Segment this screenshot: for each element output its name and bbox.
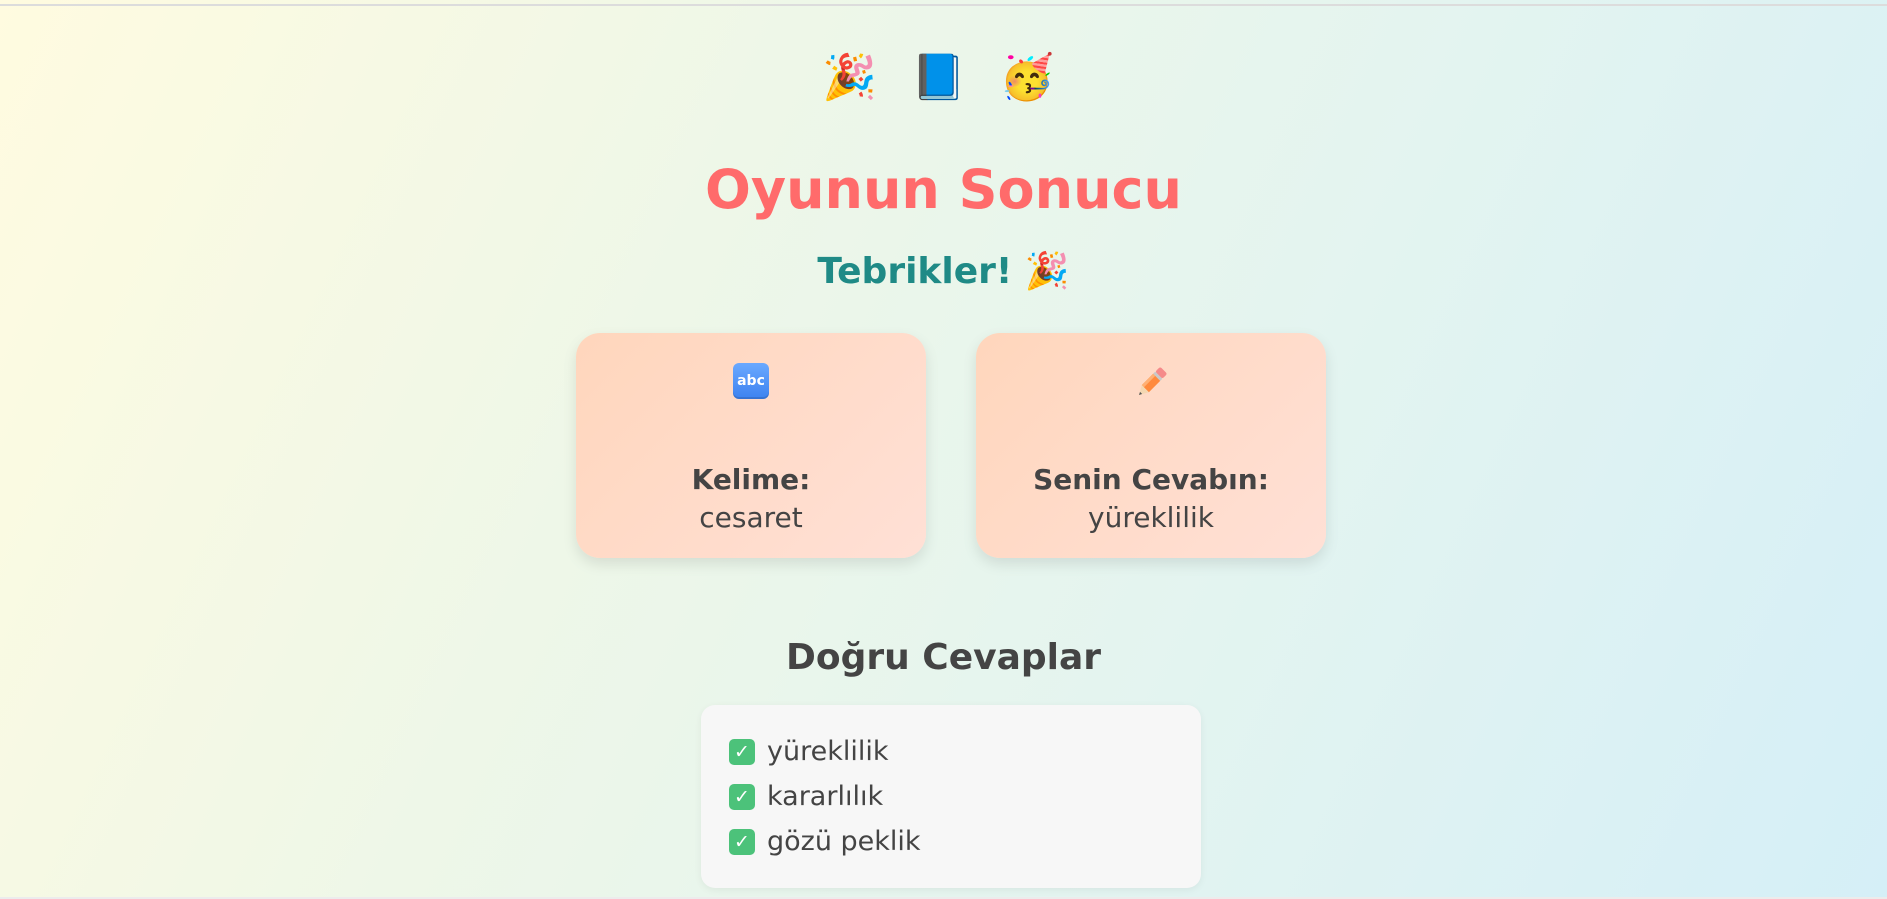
your-answer-label: Senin Cevabın: <box>1033 463 1269 496</box>
correct-answers-heading: Doğru Cevaplar <box>785 637 1102 678</box>
header-emoji-row: 🎉 📘 🥳 <box>0 50 1887 106</box>
browser-edge-divider <box>0 4 1887 6</box>
answer-text: yüreklilik <box>767 736 889 767</box>
correct-answers-list: ✓ yüreklilik ✓ kararlılık ✓ gözü peklik <box>701 705 1201 888</box>
list-item: ✓ kararlılık <box>729 780 883 814</box>
check-icon: ✓ <box>729 739 755 765</box>
your-answer-card: Senin Cevabın: yüreklilik <box>976 333 1326 558</box>
check-icon: ✓ <box>729 784 755 810</box>
word-card: abc Kelime: cesaret <box>576 333 926 558</box>
your-answer-value: yüreklilik <box>1088 501 1214 534</box>
list-item: ✓ gözü peklik <box>729 825 921 859</box>
abc-icon: abc <box>733 363 769 399</box>
answer-text: gözü peklik <box>767 826 921 857</box>
word-value: cesaret <box>699 501 803 534</box>
blue-book-icon: 📘 <box>911 52 976 103</box>
partying-face-icon: 🥳 <box>999 52 1065 103</box>
pencil-icon <box>1138 367 1167 396</box>
answer-text: kararlılık <box>767 781 884 812</box>
word-label: Kelime: <box>691 463 811 496</box>
party-popper-icon: 🎉 <box>822 52 888 103</box>
page-title: Oyunun Sonucu <box>704 158 1182 221</box>
check-icon: ✓ <box>729 829 755 855</box>
list-item: ✓ yüreklilik <box>729 735 889 769</box>
congratulations-message: Tebrikler! 🎉 <box>817 251 1070 292</box>
